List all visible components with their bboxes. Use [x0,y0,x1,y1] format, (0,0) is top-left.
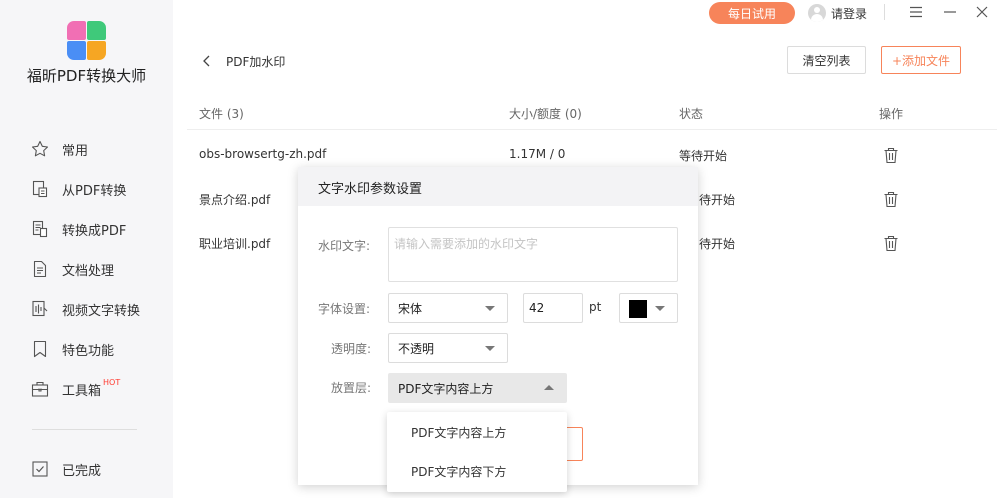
dialog-title: 文字水印参数设置 [318,182,423,197]
file-size: 1.17M / 0 [509,147,566,161]
sidebar-item-label: 视频文字转换 [62,303,141,319]
opacity-label: 透明度: [331,342,372,356]
star-icon [31,140,49,157]
chevron-down-icon [655,306,665,311]
font-label: 字体设置: [318,302,371,316]
sidebar-item-label: 特色功能 [62,343,115,359]
sidebar-item-label: 转换成PDF [62,223,127,239]
trash-icon[interactable] [883,191,899,208]
file-status: 等待开始 [679,149,728,163]
watermark-text-label: 水印文字: [318,239,371,253]
watermark-text-input[interactable] [388,227,678,282]
file-name: 景点介绍.pdf [199,193,271,207]
layer-value: PDF文字内容上方 [398,381,494,396]
login-label: 请登录 [831,6,868,21]
toolbox-icon [31,381,49,397]
layer-label: 放置层: [331,381,372,395]
layer-dropdown: PDF文字内容上方 PDF文字内容下方 [387,412,567,492]
add-file-button[interactable]: +添加文件 [881,46,961,74]
column-header-file: 文件 (3) [199,107,244,121]
sidebar-item-document[interactable]: 文档处理 [0,250,173,288]
font-value: 宋体 [398,301,423,316]
back-icon[interactable] [199,52,215,70]
layer-option-above[interactable]: PDF文字内容上方 [387,413,567,451]
document-icon [33,260,47,278]
table-header: 文件 (3) 大小/额度 (0) 状态 操作 [187,97,997,130]
layer-option-below[interactable]: PDF文字内容下方 [387,452,567,490]
file-status-partial: 待开始 [699,193,736,207]
sidebar-item-label: 从PDF转换 [62,183,127,199]
sidebar-item-toolbox[interactable]: 工具箱 HOT [0,370,173,408]
sidebar: 福昕PDF转换大师 常用 从PDF转换 转换成PDF 文档处理 视频文字转换 特… [0,0,173,498]
font-select[interactable]: 宋体 [388,293,508,323]
opacity-value: 不透明 [398,341,435,356]
sidebar-item-label: 常用 [62,143,89,159]
avatar [808,4,826,22]
opacity-select[interactable]: 不透明 [388,333,508,363]
dialog-header: 文字水印参数设置 [298,167,698,206]
trash-icon[interactable] [883,147,899,164]
sidebar-item-label: 文档处理 [62,263,115,279]
sidebar-item-common[interactable]: 常用 [0,130,173,168]
page-title: PDF加水印 [226,55,286,69]
sidebar-item-video-text[interactable]: 视频文字转换 [0,290,173,328]
clear-list-button[interactable]: 清空列表 [787,46,866,74]
sidebar-item-from-pdf[interactable]: 从PDF转换 [0,170,173,208]
column-header-action: 操作 [879,107,904,121]
font-color-picker[interactable] [619,293,678,323]
hot-badge: HOT [103,377,121,387]
color-swatch [629,300,647,318]
column-header-size: 大小/额度 (0) [509,107,582,121]
sidebar-item-features[interactable]: 特色功能 [0,330,173,368]
file-status-partial: 待开始 [699,237,736,251]
column-header-status: 状态 [679,107,704,121]
bookmark-icon [33,340,47,358]
from-pdf-icon [32,180,48,198]
app-logo [67,21,106,60]
done-icon [32,461,48,477]
file-name: obs-browsertg-zh.pdf [199,147,327,161]
topbar-separator [884,4,885,20]
chevron-down-icon [485,306,495,311]
trash-icon[interactable] [883,235,899,252]
minimize-icon[interactable] [940,2,960,22]
sidebar-item-label: 工具箱 [62,383,102,399]
font-size-input[interactable] [523,293,583,323]
chevron-down-icon [485,346,495,351]
file-name: 职业培训.pdf [199,237,271,251]
sidebar-item-to-pdf[interactable]: 转换成PDF [0,210,173,248]
font-size-unit: pt [589,300,602,314]
menu-icon[interactable] [906,2,926,22]
video-text-icon [32,300,48,317]
to-pdf-icon [32,220,48,238]
app-name: 福昕PDF转换大师 [26,67,147,85]
sidebar-item-done[interactable]: 已完成 [0,450,173,488]
login-button[interactable]: 请登录 [808,3,867,23]
close-icon[interactable] [972,2,992,22]
daily-trial-button[interactable]: 每日试用 [709,2,795,24]
sidebar-divider [32,429,137,430]
layer-select[interactable]: PDF文字内容上方 [388,373,567,403]
chevron-up-icon [544,385,554,390]
sidebar-item-label: 已完成 [62,463,102,479]
